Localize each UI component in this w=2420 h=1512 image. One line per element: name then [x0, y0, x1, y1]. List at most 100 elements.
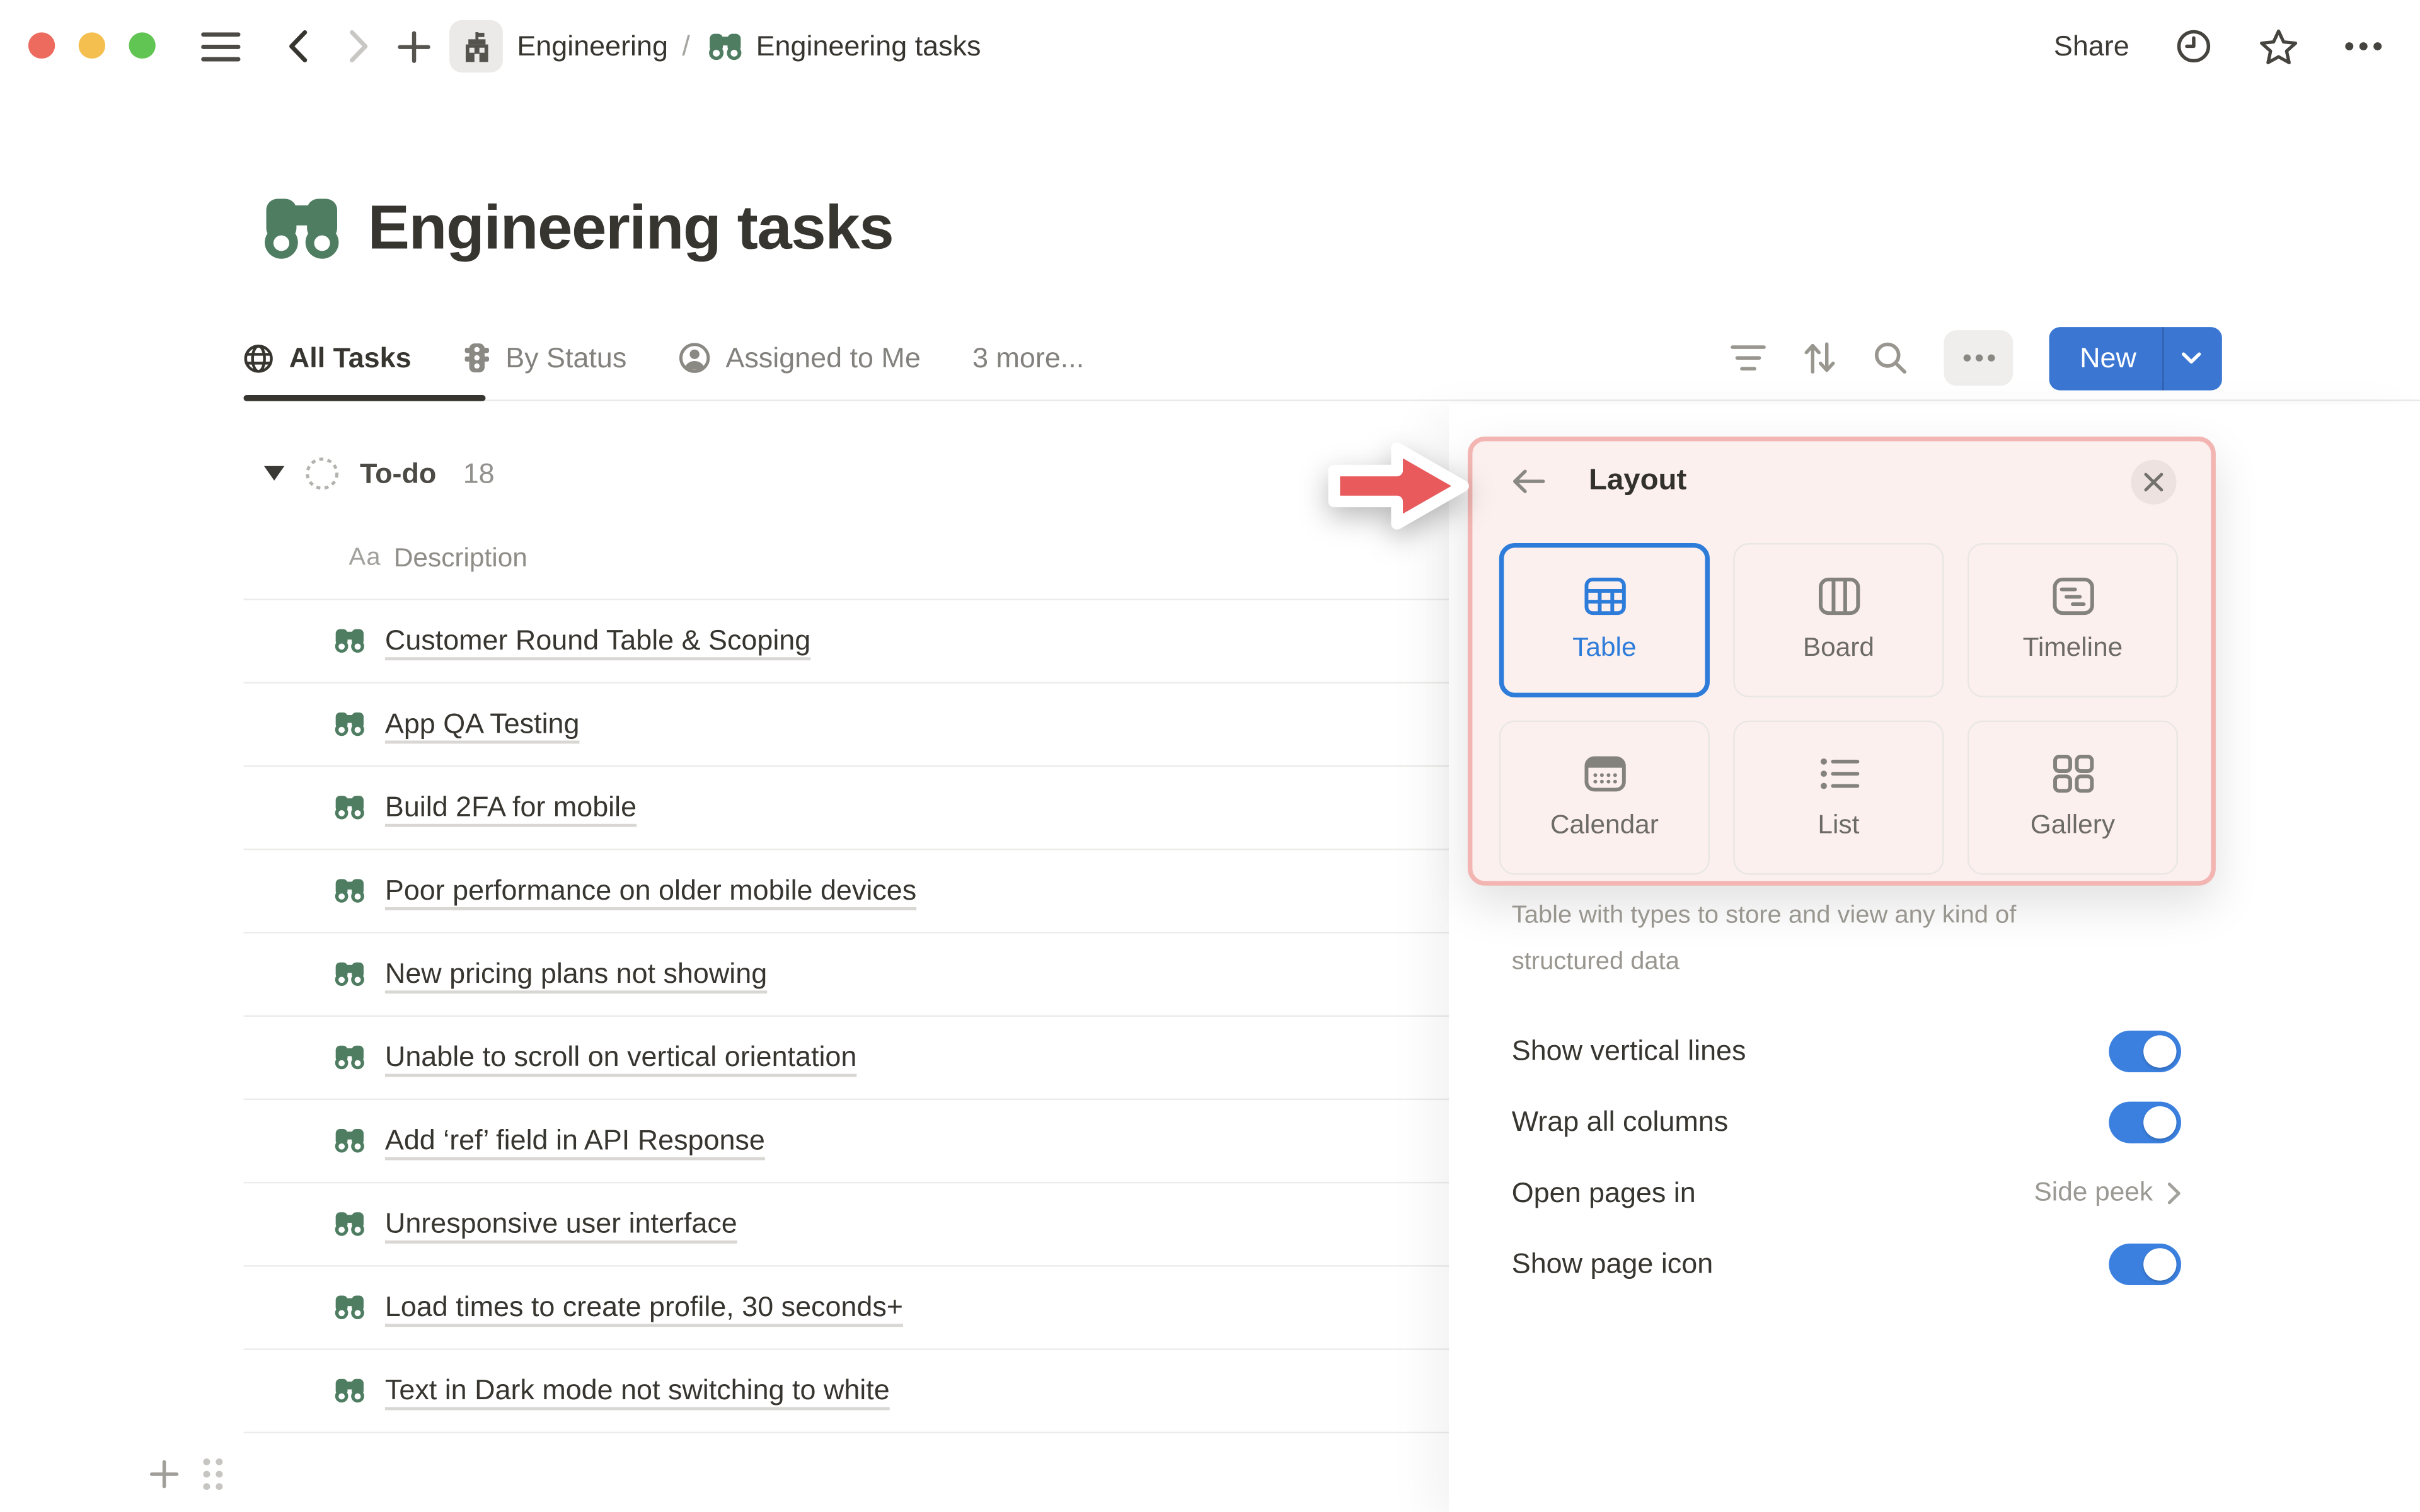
minimize-window-button[interactable]: [78, 32, 106, 59]
chevron-right-icon: [350, 30, 368, 62]
show-vertical-lines-toggle[interactable]: [2109, 1029, 2181, 1072]
chevron-right-icon: [2167, 1181, 2181, 1204]
binoculars-icon: [335, 1045, 364, 1070]
layout-option-board[interactable]: Board: [1733, 543, 1944, 697]
open-pages-in-value: Side peek: [2034, 1177, 2153, 1207]
new-button-label: New: [2080, 341, 2136, 373]
updates-clock-icon[interactable]: [2175, 28, 2213, 65]
hamburger-icon: [201, 32, 241, 61]
toggle-knob: [2143, 1105, 2177, 1138]
column-header-description[interactable]: Aa Description: [349, 526, 527, 591]
layout-option-table[interactable]: Table: [1499, 543, 1710, 697]
setting-show-vertical-lines: Show vertical lines: [1512, 1015, 2181, 1086]
setting-open-pages-in[interactable]: Open pages in Side peek: [1512, 1157, 2181, 1228]
row-title[interactable]: Load times to create profile, 30 seconds…: [385, 1292, 903, 1324]
table-row[interactable]: Customer Round Table & Scoping: [243, 600, 1449, 684]
new-dropdown-button[interactable]: [2164, 352, 2222, 364]
table-row[interactable]: Load times to create profile, 30 seconds…: [243, 1267, 1449, 1350]
close-panel-button[interactable]: [2131, 459, 2177, 504]
table-row[interactable]: Unresponsive user interface: [243, 1183, 1449, 1267]
layout-option-list[interactable]: List: [1733, 720, 1944, 875]
setting-show-page-icon: Show page icon: [1512, 1228, 2181, 1299]
binoculars-icon: [335, 629, 364, 653]
sidebar-menu-button[interactable]: [201, 0, 241, 93]
table-row[interactable]: Unable to scroll on vertical orientation: [243, 1017, 1449, 1101]
chevron-down-icon: [2181, 352, 2201, 364]
row-title[interactable]: Customer Round Table & Scoping: [385, 625, 810, 657]
add-row-plus-icon[interactable]: [149, 1460, 179, 1489]
row-title[interactable]: Poor performance on older mobile devices: [385, 875, 916, 907]
layout-option-calendar[interactable]: Calendar: [1499, 720, 1710, 875]
setting-label: Open pages in: [1511, 1176, 1696, 1208]
breadcrumb-separator: /: [682, 30, 690, 61]
layout-option-label: Calendar: [1550, 810, 1659, 840]
task-table: Customer Round Table & Scoping App QA Te…: [243, 598, 1449, 1434]
plus-icon: [398, 30, 430, 62]
share-button[interactable]: Share: [2054, 30, 2129, 62]
layout-option-label: List: [1818, 810, 1860, 840]
breadcrumb-teamspace[interactable]: Engineering: [517, 30, 668, 62]
row-title[interactable]: App QA Testing: [385, 708, 580, 740]
teamspace-icon-tile[interactable]: [449, 20, 503, 73]
layout-option-timeline[interactable]: Timeline: [1967, 543, 2179, 697]
table-row[interactable]: Add ‘ref’ field in API Response: [243, 1100, 1449, 1184]
zoom-window-button[interactable]: [129, 32, 156, 59]
tab-by-status[interactable]: By Status: [463, 341, 626, 374]
collapse-triangle-icon[interactable]: [263, 466, 285, 481]
row-title[interactable]: New pricing plans not showing: [385, 958, 767, 990]
binoculars-icon: [335, 1129, 364, 1153]
close-icon: [2144, 472, 2164, 491]
table-row[interactable]: Text in Dark mode not switching to white: [243, 1350, 1449, 1434]
tab-all-tasks[interactable]: All Tasks: [243, 341, 412, 374]
page-title: Engineering tasks: [367, 194, 894, 263]
binoculars-icon: [335, 962, 364, 987]
layout-options-grid: Table Board Timeline Calendar List Galle…: [1499, 543, 2179, 875]
search-icon[interactable]: [1874, 341, 1908, 375]
group-header-todo[interactable]: To-do 18: [263, 438, 495, 510]
notion-window: Engineering / Engineering tasks Share En…: [0, 0, 2420, 1512]
sort-icon[interactable]: [1803, 341, 1838, 375]
status-todo-circle-icon: [306, 457, 339, 490]
binoculars-icon: [709, 33, 742, 60]
table-row[interactable]: App QA Testing: [243, 684, 1449, 767]
tabs-more-button[interactable]: 3 more...: [972, 341, 1084, 374]
nav-back-button[interactable]: [286, 0, 309, 93]
new-button[interactable]: New: [2049, 326, 2222, 390]
row-title[interactable]: Unresponsive user interface: [385, 1208, 737, 1240]
layout-option-label: Table: [1572, 633, 1637, 662]
calendar-layout-icon: [1584, 756, 1625, 792]
close-window-button[interactable]: [28, 32, 55, 59]
chevron-left-icon: [289, 30, 308, 62]
wrap-all-columns-toggle[interactable]: [2109, 1101, 2181, 1143]
nav-forward-button[interactable]: [347, 0, 371, 93]
tab-label: Assigned to Me: [725, 341, 921, 373]
table-row[interactable]: New pricing plans not showing: [243, 934, 1449, 1017]
group-count: 18: [463, 457, 495, 489]
building-icon: [464, 31, 488, 62]
row-title[interactable]: Unable to scroll on vertical orientation: [385, 1041, 856, 1074]
text-property-icon: Aa: [349, 544, 381, 571]
layout-description: Table with types to store and view any k…: [1511, 902, 2017, 975]
breadcrumb-page[interactable]: Engineering tasks: [756, 30, 981, 62]
view-options-button[interactable]: [1944, 330, 2014, 386]
favorite-star-icon[interactable]: [2258, 27, 2299, 66]
ellipsis-icon: [1963, 354, 1995, 362]
show-page-icon-toggle[interactable]: [2109, 1242, 2181, 1285]
table-row[interactable]: Poor performance on older mobile devices: [243, 850, 1449, 934]
window-titlebar: Engineering / Engineering tasks Share: [0, 0, 2420, 93]
active-tab-underline: [243, 394, 486, 401]
layout-option-gallery[interactable]: Gallery: [1967, 720, 2179, 875]
toggle-knob: [2143, 1034, 2177, 1067]
binoculars-icon: [335, 796, 364, 820]
row-title[interactable]: Build 2FA for mobile: [385, 791, 637, 823]
drag-handle-icon[interactable]: [201, 1457, 224, 1492]
tab-assigned-to-me[interactable]: Assigned to Me: [679, 341, 921, 374]
filter-icon[interactable]: [1731, 344, 1767, 372]
more-options-icon[interactable]: [2344, 42, 2382, 51]
page-binoculars-icon[interactable]: [264, 195, 340, 264]
row-title[interactable]: Text in Dark mode not switching to white: [385, 1375, 890, 1407]
back-arrow-icon[interactable]: [1510, 467, 1546, 495]
table-row[interactable]: Build 2FA for mobile: [243, 767, 1449, 850]
row-title[interactable]: Add ‘ref’ field in API Response: [385, 1125, 765, 1157]
new-page-button[interactable]: [398, 0, 430, 93]
